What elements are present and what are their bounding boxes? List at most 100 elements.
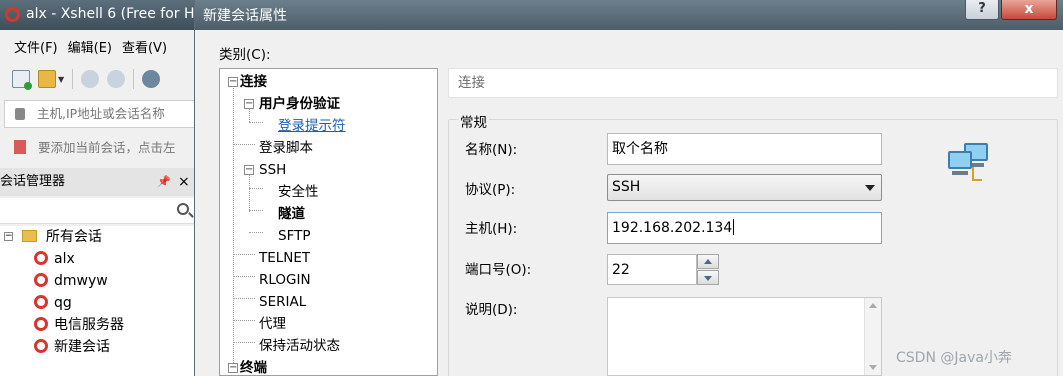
protocol-select[interactable]: SSH xyxy=(607,174,882,201)
category-keep-alive[interactable]: 保持活动状态 xyxy=(259,336,340,356)
session-icon xyxy=(34,339,48,353)
session-root[interactable]: − 所有会话 xyxy=(2,226,102,248)
session-manager-header: 会话管理器 📌 × xyxy=(0,168,200,196)
menu-view[interactable]: 查看(V) xyxy=(122,37,167,56)
menu-file[interactable]: 文件(F) xyxy=(14,37,58,56)
tree-line xyxy=(233,144,255,145)
xshell-toolbar: ▼ xyxy=(0,62,200,96)
menu-edit[interactable]: 编辑(E) xyxy=(68,37,112,56)
address-bar[interactable]: 主机,IP地址或会话名称 xyxy=(4,100,200,128)
tree-line xyxy=(249,173,250,212)
tree-line xyxy=(249,122,263,123)
open-dropdown-icon[interactable]: ▼ xyxy=(58,75,64,84)
category-login-scripts[interactable]: 登录脚本 xyxy=(259,138,313,158)
session-icon xyxy=(34,251,48,265)
expand-collapse-icon[interactable]: − xyxy=(244,165,254,175)
close-icon[interactable]: × xyxy=(178,168,190,196)
category-telnet[interactable]: TELNET xyxy=(259,248,310,268)
category-terminal[interactable]: 终端 xyxy=(240,358,267,376)
session-tree: − 所有会话 alx dmwyw qg 电信服务器 新建会话 xyxy=(0,226,200,376)
session-label: dmwyw xyxy=(54,273,108,289)
properties-icon[interactable] xyxy=(142,70,161,88)
session-item[interactable]: qg xyxy=(34,292,72,314)
scroll-up-icon[interactable] xyxy=(869,303,877,308)
xshell-window-title: alx - Xshell 6 (Free for Ho xyxy=(26,6,200,22)
search-icon[interactable] xyxy=(177,203,189,215)
host-field[interactable]: 192.168.202.134 xyxy=(607,212,882,244)
tree-line xyxy=(233,320,255,321)
description-scrollbar[interactable] xyxy=(864,298,881,375)
watermark: CSDN @Java小奔 xyxy=(896,350,1012,366)
tree-line xyxy=(249,210,263,211)
session-search-bar[interactable] xyxy=(0,198,200,224)
expand-collapse-icon[interactable]: − xyxy=(228,363,238,373)
port-label: 端口号(O): xyxy=(465,262,532,278)
session-label: 电信服务器 xyxy=(54,317,124,333)
cable-shape xyxy=(972,167,982,181)
xshell-main-window: alx - Xshell 6 (Free for Ho 文件(F) 编辑(E) … xyxy=(0,0,200,376)
session-root-label: 所有会话 xyxy=(45,229,102,245)
session-item[interactable]: 新建会话 xyxy=(34,336,110,358)
pin-icon[interactable]: 📌 xyxy=(157,168,171,196)
category-tree: − − − − 连接 用户身份验证 登录提示符 登录脚本 SSH 安全性 隧道 … xyxy=(219,68,438,376)
add-session-hint-bar: 要添加当前会话，点击左 xyxy=(0,134,200,162)
section-header: 连接 xyxy=(448,68,1058,98)
category-ssh[interactable]: SSH xyxy=(259,160,286,180)
session-icon xyxy=(34,295,48,309)
collapse-icon[interactable]: − xyxy=(4,232,13,241)
tree-line xyxy=(249,107,250,122)
add-session-hint: 要添加当前会话，点击左 xyxy=(38,140,176,155)
port-stepper xyxy=(697,254,719,285)
expand-collapse-icon[interactable]: − xyxy=(228,77,238,87)
category-tunneling[interactable]: 隧道 xyxy=(278,204,305,224)
xshell-menubar: 文件(F) 编辑(E) 查看(V) xyxy=(0,33,200,59)
port-field[interactable]: 22 xyxy=(607,254,697,285)
session-item[interactable]: 电信服务器 xyxy=(34,314,124,336)
close-button[interactable]: x xyxy=(1001,0,1057,20)
category-proxy[interactable]: 代理 xyxy=(259,314,286,334)
monitor-base xyxy=(952,171,968,175)
session-item[interactable]: dmwyw xyxy=(34,270,108,292)
tree-line xyxy=(249,188,263,189)
connect-icon[interactable] xyxy=(81,70,100,88)
toolbar-separator xyxy=(133,69,135,89)
category-sftp[interactable]: SFTP xyxy=(278,226,310,246)
scroll-down-icon[interactable] xyxy=(869,365,877,370)
category-rlogin[interactable]: RLOGIN xyxy=(259,270,311,290)
description-label: 说明(D): xyxy=(465,302,518,318)
session-item[interactable]: alx xyxy=(34,248,75,270)
session-icon xyxy=(34,317,48,331)
category-security[interactable]: 安全性 xyxy=(278,182,319,202)
category-login-prompts[interactable]: 登录提示符 xyxy=(278,116,346,136)
xshell-app-icon xyxy=(5,7,20,22)
port-decrement-button[interactable] xyxy=(697,270,719,285)
network-connection-icon xyxy=(948,143,992,185)
tree-line xyxy=(233,254,255,255)
category-serial[interactable]: SERIAL xyxy=(259,292,306,312)
general-group-label: 常规 xyxy=(458,111,489,131)
address-placeholder: 主机,IP地址或会话名称 xyxy=(37,106,165,121)
protocol-label: 协议(P): xyxy=(465,182,516,198)
bookmark-icon[interactable] xyxy=(14,140,26,154)
expand-collapse-icon[interactable]: − xyxy=(244,99,254,109)
tree-line xyxy=(233,342,255,343)
text-caret xyxy=(733,219,735,235)
dialog-title: 新建会话属性 xyxy=(203,8,287,24)
disconnect-icon[interactable] xyxy=(107,70,126,88)
session-label: qg xyxy=(54,295,72,311)
help-button[interactable]: ? xyxy=(965,0,999,20)
session-icon xyxy=(34,273,48,287)
tree-line xyxy=(233,276,255,277)
port-increment-button[interactable] xyxy=(697,254,719,269)
new-session-icon[interactable] xyxy=(12,70,32,90)
category-label: 类别(C): xyxy=(219,47,271,63)
protocol-value: SSH xyxy=(612,179,641,195)
name-field[interactable]: 取个名称 xyxy=(607,133,882,165)
session-label: 新建会话 xyxy=(54,339,110,355)
description-field[interactable] xyxy=(607,297,882,376)
open-folder-icon[interactable] xyxy=(38,70,56,88)
category-user-auth[interactable]: 用户身份验证 xyxy=(259,94,340,114)
chevron-down-icon xyxy=(865,185,875,191)
session-label: alx xyxy=(54,251,75,267)
category-connection[interactable]: 连接 xyxy=(240,72,267,92)
